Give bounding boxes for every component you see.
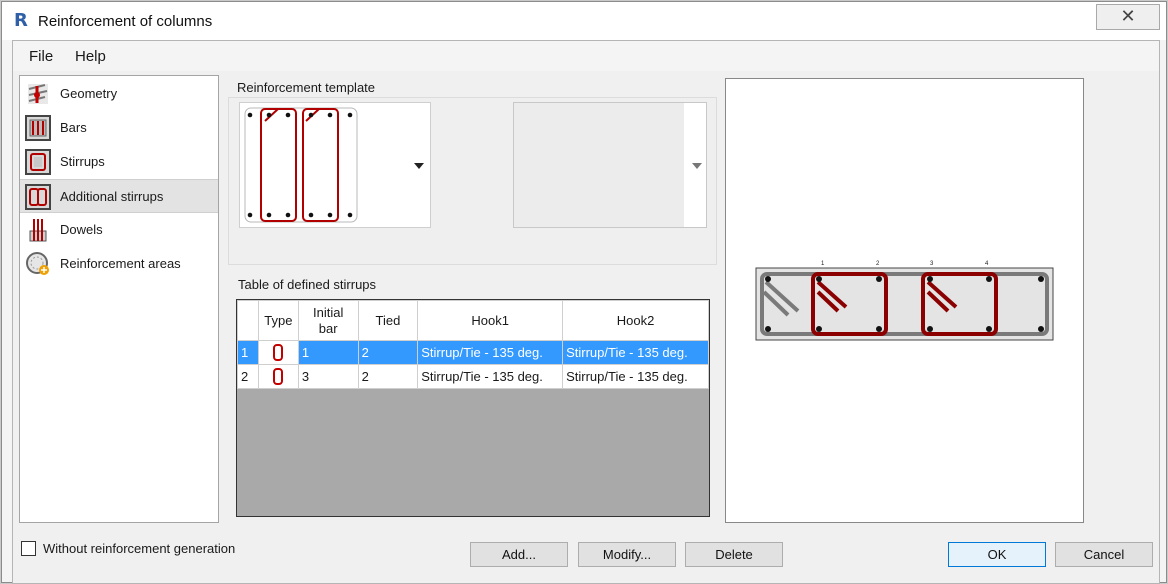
additional-stirrups-icon [25,184,51,210]
chevron-down-icon [414,163,424,169]
nav-label: Dowels [60,222,103,237]
cancel-button[interactable]: Cancel [1055,542,1153,567]
nav-label: Stirrups [60,154,105,169]
tied-cell[interactable]: 2 [357,340,419,365]
close-button[interactable]: ✕ [1096,4,1160,30]
bar-number-label: 1 [821,261,825,267]
hook2-cell[interactable]: Stirrup/Tie - 135 deg. [562,364,709,389]
nav-item-reinforcement-areas[interactable]: Reinforcement areas [20,247,218,281]
initial-bar-cell[interactable]: 3 [297,364,359,389]
stirrup-type-icon [273,344,284,362]
menu-bar: File Help [13,41,1159,71]
tied-header[interactable]: Tied [357,300,419,341]
row-number: 2 [237,364,259,389]
nav-item-geometry[interactable]: Geometry [20,77,218,111]
ok-button[interactable]: OK [948,542,1046,567]
bar-number-label: 4 [985,261,989,267]
bar-number-label: 3 [930,261,934,267]
nav-item-dowels[interactable]: Dowels [20,213,218,247]
hook1-cell[interactable]: Stirrup/Tie - 135 deg. [417,340,564,365]
type-header[interactable]: Type [257,300,299,341]
template-dropdown[interactable] [239,102,431,228]
secondary-template-dropdown[interactable] [513,102,707,228]
tied-cell[interactable]: 2 [357,364,419,389]
revit-app-icon: R [14,10,28,31]
nav-label: Reinforcement areas [60,256,181,271]
bars-icon [25,115,51,141]
nav-item-bars[interactable]: Bars [20,111,218,145]
geometry-icon [28,84,48,104]
template-group-label: Reinforcement template [237,80,376,95]
type-cell[interactable] [257,340,299,365]
chevron-down-icon [692,163,702,169]
row-number-header [237,300,259,341]
hook1-cell[interactable]: Stirrup/Tie - 135 deg. [417,364,564,389]
stirrups-table-label: Table of defined stirrups [238,277,377,292]
section-nav: Geometry Bars Stirrups Additional stirru… [19,75,219,523]
nav-item-stirrups[interactable]: Stirrups [20,145,218,179]
title-bar: R Reinforcement of columns ✕ [2,2,1166,40]
bar-number-label: 2 [876,261,880,267]
template-preview [244,107,358,223]
nav-label: Additional stirrups [60,189,164,204]
row-number: 1 [237,340,259,365]
initial-bar-cell[interactable]: 1 [297,340,359,365]
hook2-header[interactable]: Hook2 [562,300,709,341]
modify-button[interactable]: Modify... [578,542,676,567]
nav-label: Geometry [60,86,118,101]
nav-item-additional-stirrups[interactable]: Additional stirrups [20,179,218,213]
stirrups-table: Type Initial bar Tied Hook1 Hook2 1 1 2 … [236,299,710,517]
without-generation-label: Without reinforcement generation [43,541,236,556]
initial-bar-header[interactable]: Initial bar [297,300,359,341]
nav-label: Bars [60,120,87,135]
type-cell[interactable] [257,364,299,389]
without-generation-checkbox[interactable] [21,541,36,556]
column-section-drawing: 1 2 3 4 [755,261,1054,341]
section-preview: 1 2 3 4 [725,78,1084,523]
table-row[interactable]: 1 1 2 Stirrup/Tie - 135 deg. Stirrup/Tie… [237,340,709,365]
window-title: Reinforcement of columns [38,13,213,30]
menu-file[interactable]: File [29,48,53,65]
stirrups-grid: Type Initial bar Tied Hook1 Hook2 1 1 2 … [237,300,709,389]
table-row[interactable]: 2 3 2 Stirrup/Tie - 135 deg. Stirrup/Tie… [237,364,709,389]
reinforcement-areas-icon [26,252,49,275]
delete-button[interactable]: Delete [685,542,783,567]
dialog-window: R Reinforcement of columns ✕ File Help G… [1,1,1167,584]
stirrup-type-icon [273,368,284,386]
dialog-client: File Help Geometry Bars Stirrups Additio… [12,40,1160,584]
menu-help[interactable]: Help [75,48,106,65]
hook1-header[interactable]: Hook1 [417,300,564,341]
stirrups-icon [25,149,51,175]
dowels-icon [29,219,47,242]
hook2-cell[interactable]: Stirrup/Tie - 135 deg. [562,340,709,365]
add-button[interactable]: Add... [470,542,568,567]
